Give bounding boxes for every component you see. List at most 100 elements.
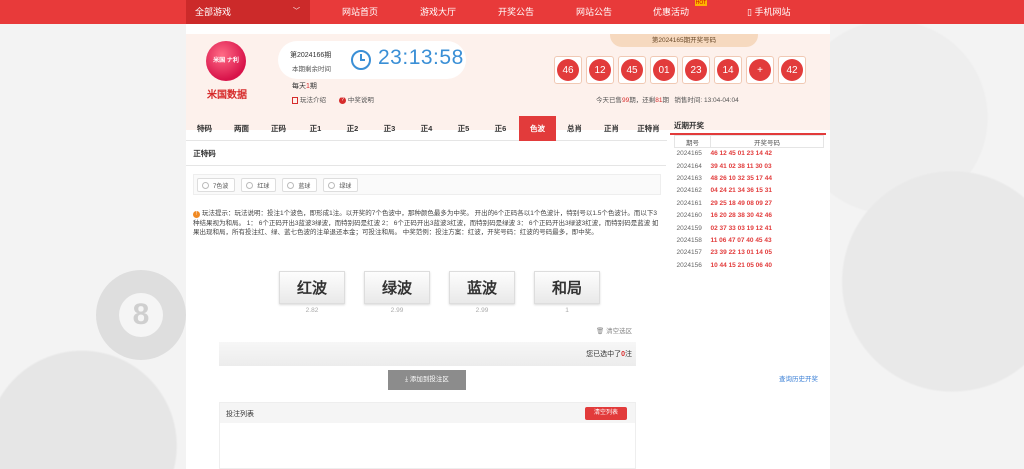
daily-suffix: 期 [309, 83, 317, 90]
radio-icon [287, 181, 295, 189]
nav-site-notice[interactable]: 网站公告 [576, 0, 612, 24]
option-green-ball[interactable]: 绿球 [323, 178, 359, 192]
tab-main-6[interactable]: 正6 [482, 116, 519, 141]
draw-ball-number: 23 [685, 59, 707, 81]
add-to-bet-button[interactable]: ⤓ 添加到投注区 [388, 370, 466, 390]
game-logo: 米国 ナ利 [206, 41, 246, 81]
clear-selection-link[interactable]: 🗑 清空选区 [596, 325, 632, 335]
option-7-wave[interactable]: 7色波 [197, 178, 236, 192]
row-period: 2024156 [676, 261, 702, 269]
logo-badge-text: 米国 ナ利 [213, 57, 239, 64]
game-name: 米国数据 [207, 90, 247, 101]
nav-promotions[interactable]: 优惠活动 [653, 0, 689, 24]
tab-two-sides[interactable]: 两面 [223, 116, 260, 141]
draw-ball: 46 [554, 56, 582, 84]
sold-mid: 期，还剩 [629, 97, 656, 104]
bet-choices: 红波 2.82 绿波 2.99 蓝波 2.99 和局 1 [279, 271, 600, 314]
row-period: 2024163 [676, 174, 702, 182]
plus-separator: + [746, 56, 774, 84]
special-ball-number: 42 [781, 59, 803, 81]
selected-suffix: 注 [625, 351, 632, 358]
current-period: 第2024166期 [290, 52, 332, 59]
table-row: 2024157 23 39 22 13 01 14 05 [675, 247, 824, 259]
nav-draw-notice[interactable]: 开奖公告 [498, 0, 534, 24]
draw-ball-number: 45 [621, 59, 643, 81]
bet-red-wave: 红波 2.82 [279, 271, 345, 314]
row-numbers: 04 24 21 34 36 15 31 [710, 187, 772, 195]
tab-main-code[interactable]: 正码 [260, 116, 297, 141]
table-row: 2024158 11 06 47 07 40 45 43 [675, 234, 824, 246]
recent-draws-title: 近期开奖 [670, 116, 826, 135]
rules-link[interactable]: 玩法介绍 [292, 94, 326, 104]
daily-periods: 每天1期 [292, 81, 317, 91]
table-row: 2024165 46 12 45 01 23 14 42 [675, 148, 824, 160]
nav-home[interactable]: 网站首页 [342, 0, 378, 24]
bet-list-header: 投注列表 清空列表 [220, 403, 635, 423]
row-period: 2024158 [676, 236, 702, 244]
bet-blue-wave-button[interactable]: 蓝波 [449, 271, 515, 304]
tab-main-zodiac[interactable]: 正肖 [593, 116, 630, 141]
bet-odds: 1 [565, 307, 569, 314]
tab-row-2: 正特码 [186, 141, 666, 166]
winners-link-label: 中奖说明 [347, 97, 374, 104]
table-row: 2024156 10 44 15 21 05 06 40 [675, 259, 824, 271]
tab-main-3[interactable]: 正3 [371, 116, 408, 141]
tab-special[interactable]: 特码 [186, 116, 223, 141]
play-tip: ! 玩法提示：玩法说明：投注1个波色，即形成1注。以开奖的7个色波中，那种颜色最多… [193, 209, 663, 238]
option-red-ball[interactable]: 红球 [241, 178, 277, 192]
tab-main-special-zodiac[interactable]: 正特肖 [630, 116, 667, 141]
tab-main-2[interactable]: 正2 [334, 116, 371, 141]
nav-game-hall[interactable]: 游戏大厅 [420, 0, 456, 24]
hot-badge: HOT [695, 0, 707, 6]
tab-main-4[interactable]: 正4 [408, 116, 445, 141]
table-row: 2024161 29 25 18 49 08 09 27 [675, 197, 824, 209]
last-draw-title: 第2024165期开奖号码 [610, 34, 758, 47]
table-header-row: 期号 开奖号码 [674, 135, 824, 148]
add-to-bet-label: 添加到投注区 [409, 376, 449, 383]
radio-icon [328, 181, 336, 189]
row-numbers: 10 44 15 21 05 06 40 [710, 261, 772, 269]
bet-list: 投注列表 清空列表 [219, 402, 636, 469]
download-icon: ⤓ [405, 376, 409, 383]
bet-draw: 和局 1 [534, 271, 600, 314]
history-link[interactable]: 查询历史开奖 [779, 373, 818, 383]
tab-main-1[interactable]: 正1 [297, 116, 334, 141]
bet-green-wave-button[interactable]: 绿波 [364, 271, 430, 304]
option-label: 7色波 [213, 183, 229, 190]
row-period: 2024157 [676, 249, 702, 257]
chevron-down-icon: ﹀ [293, 8, 300, 15]
countdown-box: 第2024166期 本期剩余时间 23:13:58 [278, 41, 466, 79]
play-tip-text: 玩法提示：玩法说明：投注1个波色，即形成1注。以开奖的7个色波中，那种颜色最多为… [193, 210, 659, 236]
tab-main-5[interactable]: 正5 [445, 116, 482, 141]
bet-red-wave-button[interactable]: 红波 [279, 271, 345, 304]
option-label: 蓝球 [298, 183, 311, 190]
row-period: 2024160 [676, 212, 702, 220]
bet-list-title: 投注列表 [226, 411, 254, 418]
tab-color-wave[interactable]: 色波 [519, 116, 556, 141]
bet-green-wave: 绿波 2.99 [364, 271, 430, 314]
recent-draws-table: 期号 开奖号码 2024165 46 12 45 01 23 14 42 2024… [674, 135, 824, 271]
nav-mobile[interactable]: ▯ 手机网站 [747, 0, 790, 24]
draw-ball: 14 [714, 56, 742, 84]
bet-options: 7色波 红球 蓝球 绿球 [193, 174, 661, 195]
trash-icon: 🗑 [596, 328, 605, 335]
tab-total-zodiac[interactable]: 总肖 [556, 116, 593, 141]
game-select-dropdown[interactable]: 全部游戏 ﹀ [186, 0, 310, 24]
row-numbers: 46 12 45 01 23 14 42 [710, 150, 772, 158]
phone-icon: ▯ [747, 7, 752, 17]
bet-draw-button[interactable]: 和局 [534, 271, 600, 304]
draw-ball: 01 [650, 56, 678, 84]
draw-ball-number: 14 [717, 59, 739, 81]
row-period: 2024159 [676, 224, 702, 232]
row-period: 2024161 [676, 199, 702, 207]
option-blue-ball[interactable]: 蓝球 [282, 178, 318, 192]
table-row: 2024164 39 41 02 38 11 30 03 [675, 160, 824, 172]
winners-link[interactable]: ? 中奖说明 [339, 94, 374, 104]
row-numbers: 23 39 22 13 01 14 05 [710, 249, 772, 257]
top-navbar: 全部游戏 ﹀ 网站首页 游戏大厅 开奖公告 网站公告 优惠活动 HOT ▯ 手机… [0, 0, 1024, 24]
plus-sign: + [749, 59, 771, 81]
draw-ball-number: 46 [557, 59, 579, 81]
tab-main-special-code[interactable]: 正特码 [186, 141, 223, 166]
clear-list-button[interactable]: 清空列表 [585, 407, 627, 420]
col-numbers: 开奖号码 [710, 135, 824, 148]
